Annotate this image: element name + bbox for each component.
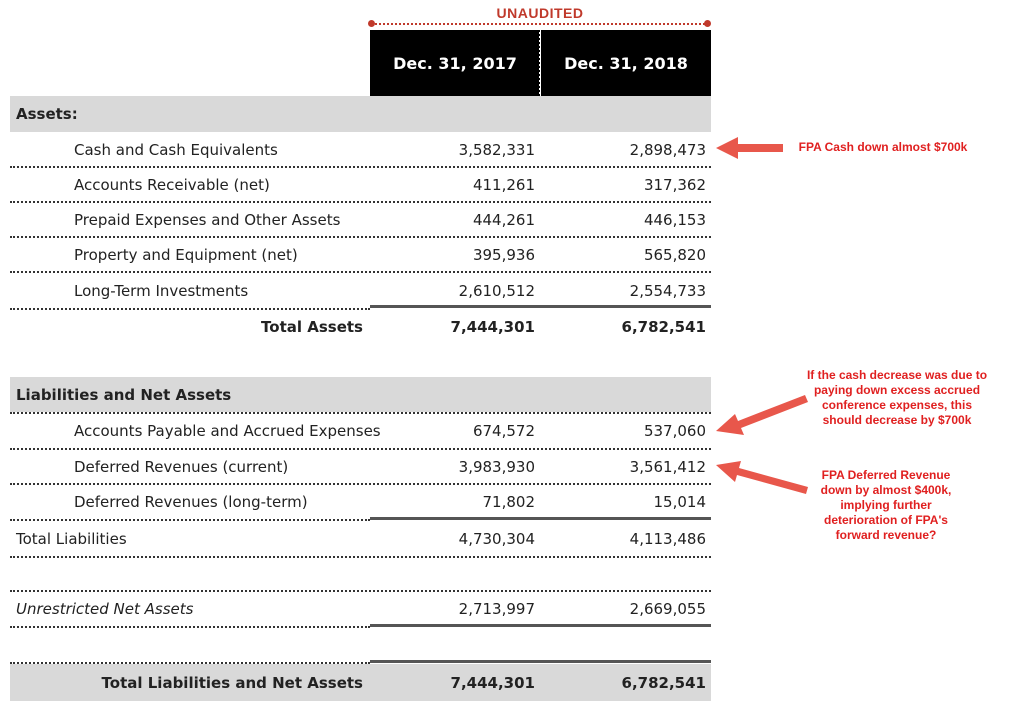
arrow-deferred — [716, 461, 808, 494]
annotation-payable: If the cash decrease was due to paying d… — [806, 368, 988, 427]
arrow-payable — [716, 395, 808, 435]
annotation-cash: FPA Cash down almost $700k — [798, 140, 968, 154]
annotation-deferred: FPA Deferred Revenue down by almost $400… — [820, 468, 952, 542]
annotation-arrows — [716, 137, 808, 494]
